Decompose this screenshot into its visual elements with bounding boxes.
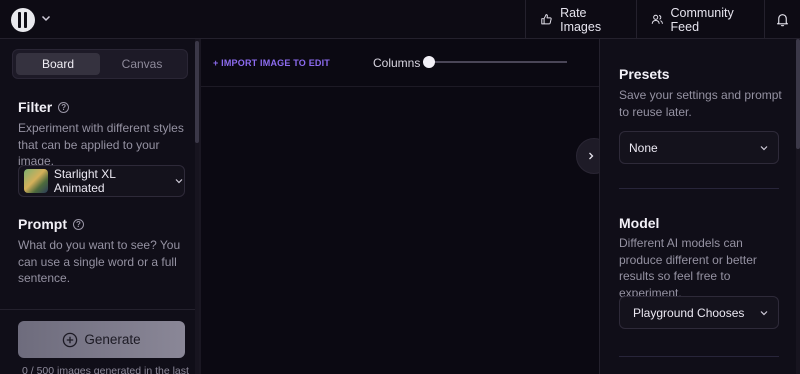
community-feed-button[interactable]: Community Feed [636, 0, 764, 39]
filter-heading: Filter ? [18, 99, 70, 115]
model-select[interactable]: Playground Chooses [619, 296, 779, 329]
filter-thumbnail [24, 169, 48, 193]
tab-canvas[interactable]: Canvas [100, 53, 184, 75]
model-title: Model [619, 215, 660, 231]
top-bar: Rate Images Community Feed [0, 0, 800, 39]
generation-count-note: 0 / 500 images generated in the last [22, 365, 189, 374]
rate-images-label: Rate Images [560, 5, 602, 34]
import-image-link[interactable]: + IMPORT IMAGE TO EDIT [213, 58, 330, 68]
presets-select[interactable]: None [619, 131, 779, 164]
presets-selected-label: None [629, 140, 658, 155]
prompt-description: What do you want to see? You can use a s… [18, 238, 181, 285]
left-sidebar: Board Canvas Filter ? Experiment with di… [0, 39, 199, 374]
chevron-down-icon[interactable] [40, 12, 52, 24]
users-icon [651, 14, 663, 24]
presets-title: Presets [619, 66, 670, 82]
right-scrollbar[interactable] [796, 39, 800, 374]
help-icon[interactable]: ? [58, 101, 70, 113]
board-toolbar: + IMPORT IMAGE TO EDIT Columns [201, 39, 599, 87]
chevron-down-icon [760, 310, 768, 315]
board-area: + IMPORT IMAGE TO EDIT Columns [199, 39, 599, 374]
filter-title: Filter [18, 99, 53, 115]
thumbs-up-icon [541, 14, 552, 25]
model-selected-label: Playground Chooses [633, 305, 745, 320]
filter-select[interactable]: Starlight XL Animated [18, 165, 185, 197]
mode-toggle: Board Canvas [12, 49, 188, 79]
chevron-right-icon [589, 152, 594, 160]
rate-images-button[interactable]: Rate Images [525, 0, 636, 39]
section-divider [619, 356, 779, 357]
community-feed-label: Community Feed [670, 5, 734, 34]
logo-icon[interactable] [11, 8, 35, 32]
generate-panel: Generate 0 / 500 images generated in the… [0, 309, 199, 374]
help-icon[interactable]: ? [73, 218, 84, 230]
right-sidebar: Presets Save your settings and prompt to… [599, 39, 800, 374]
model-description: Different AI models can produce differen… [619, 236, 757, 300]
chevron-down-icon [175, 179, 183, 184]
generate-label: Generate [84, 332, 141, 347]
section-divider [619, 188, 779, 189]
filter-selected-label: Starlight XL Animated [53, 167, 116, 195]
bell-icon [777, 14, 788, 27]
chevron-down-icon [760, 145, 768, 150]
notifications-button[interactable] [764, 0, 800, 39]
plus-circle-icon [63, 332, 78, 347]
columns-slider-handle[interactable] [423, 56, 435, 68]
tab-board[interactable]: Board [16, 53, 100, 75]
prompt-title: Prompt [18, 216, 67, 232]
columns-slider-track[interactable] [427, 61, 567, 63]
columns-label: Columns [373, 56, 421, 70]
prompt-heading: Prompt ? [18, 216, 84, 232]
generate-button[interactable]: Generate [18, 321, 185, 358]
filter-description: Experiment with different styles that ca… [18, 121, 184, 168]
presets-description: Save your settings and prompt to reuse l… [619, 88, 782, 119]
